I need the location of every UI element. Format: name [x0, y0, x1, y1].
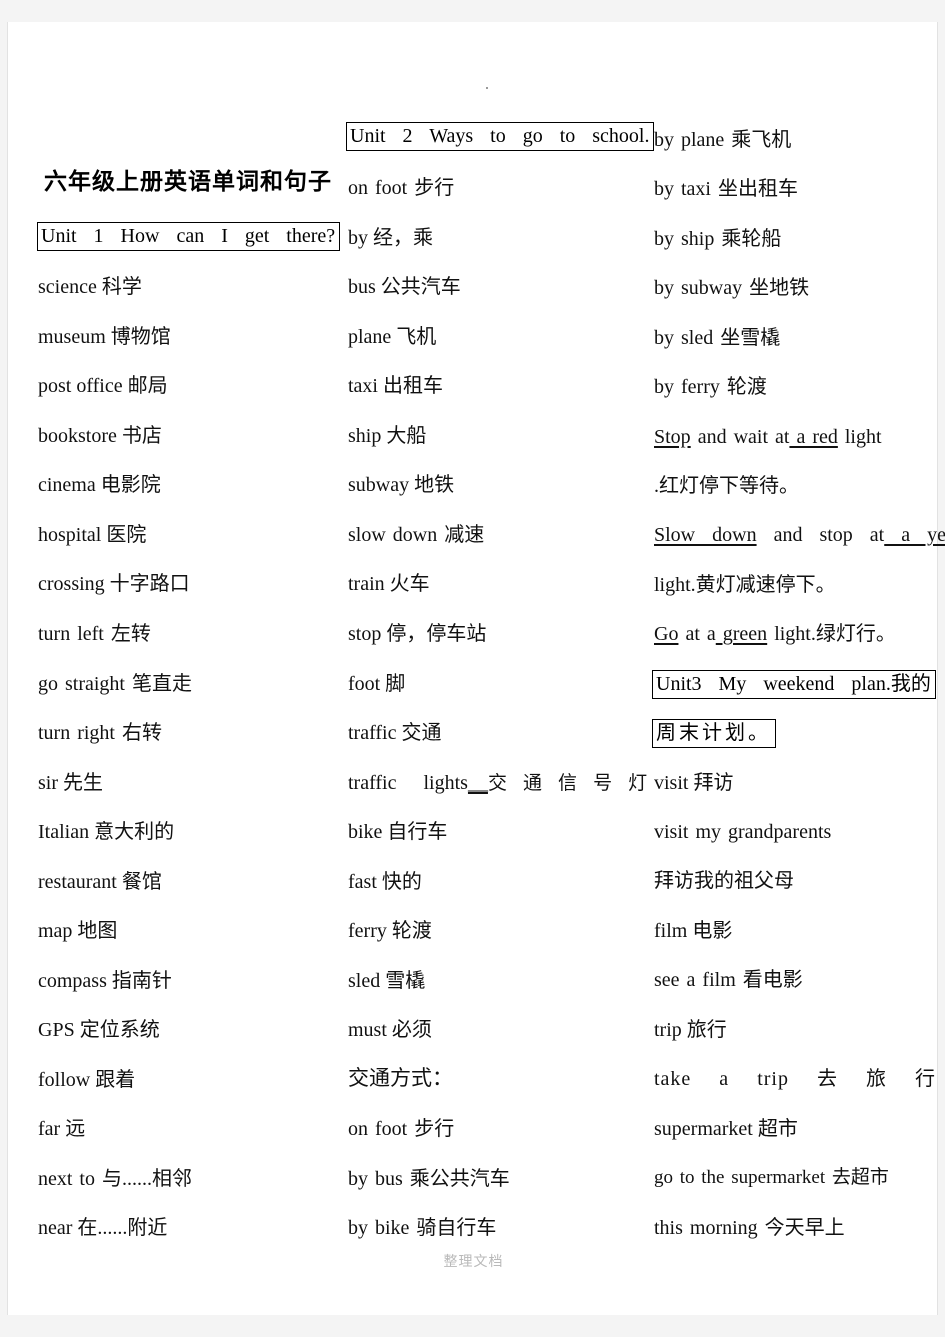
list-item: Italian 意大利的 — [38, 821, 175, 843]
list-item: by bike 骑自行车 — [348, 1217, 497, 1239]
list-item: by sled 坐雪橇 — [654, 327, 781, 349]
list-item: by plane 乘飞机 — [654, 129, 792, 151]
list-item: map 地图 — [38, 920, 118, 942]
sentence-red-light: Stop and wait at a red light — [654, 427, 882, 447]
list-item: see a film 看电影 — [654, 969, 803, 991]
list-item: this morning 今天早上 — [654, 1217, 845, 1239]
list-item: by ship 乘轮船 — [654, 228, 782, 250]
list-item: by 经，乘 — [348, 227, 433, 249]
list-item: on foot 步行 — [348, 1118, 455, 1140]
list-item: foot 脚 — [348, 673, 406, 695]
list-item: film 电影 — [654, 920, 733, 942]
list-item: turn right 右转 — [38, 722, 162, 744]
sentence-part: and wait at — [690, 426, 790, 448]
list-item: go to the supermarket 去超市 — [654, 1167, 889, 1188]
list-item: taxi 出租车 — [348, 375, 443, 397]
list-item: train 火车 — [348, 573, 430, 595]
list-item: subway 地铁 — [348, 474, 455, 496]
sentence-red-light-translation: .红灯停下等待。 — [654, 475, 799, 497]
list-item: traffic 交通 — [348, 722, 442, 744]
sentence-part-underlined: a red — [789, 426, 838, 448]
list-item: ship 大船 — [348, 425, 427, 447]
three-column-body: 六年级上册英语单词和句子 Unit 1 How can I get there?… — [8, 22, 945, 1238]
sentence-part: light — [837, 426, 882, 448]
list-item: plane 飞机 — [348, 326, 437, 348]
list-item: museum 博物馆 — [38, 326, 171, 348]
sentence-part-underlined: Stop — [654, 426, 691, 448]
list-item: visit 拜访 — [654, 772, 734, 794]
list-item: sled 雪橇 — [348, 970, 426, 992]
sentence-part-underlined: green — [715, 623, 768, 645]
unit2-heading-box-wrap: Unit 2 Ways to go to school. — [346, 122, 655, 151]
list-item: GPS 定位系统 — [38, 1019, 160, 1041]
list-item-section-label: 交通方式： — [348, 1066, 453, 1090]
list-item: supermarket 超市 — [654, 1118, 798, 1140]
sentence-part-underlined: a yellow — [901, 524, 945, 546]
list-item: restaurant 餐馆 — [38, 871, 162, 893]
list-item: near 在......附近 — [38, 1217, 168, 1239]
list-item: ferry 轮渡 — [348, 920, 432, 942]
list-item-traffic-lights: traffic lights__交 通 信 号 灯 — [348, 773, 652, 793]
list-item: by ferry 轮渡 — [654, 376, 767, 398]
list-item: slow down 减速 — [348, 524, 485, 546]
sentence-part: at a — [678, 623, 716, 645]
list-item: bike 自行车 — [348, 821, 448, 843]
list-item: crossing 十字路口 — [38, 573, 190, 595]
document-page: 六年级上册英语单词和句子 Unit 1 How can I get there?… — [7, 22, 945, 1315]
list-item: by subway 坐地铁 — [654, 277, 810, 299]
list-item: next to 与......相邻 — [38, 1168, 192, 1190]
traffic-lights-english: traffic lights — [348, 772, 468, 794]
list-item: far 远 — [38, 1118, 86, 1140]
sentence-part-underlined: Go — [654, 623, 679, 645]
traffic-lights-underline: __ — [467, 772, 488, 794]
page-title: 六年级上册英语单词和句子 — [44, 169, 332, 194]
sentence-part-underlined: Slow down — [654, 524, 757, 546]
list-item: take a trip 去 旅 行 — [654, 1068, 936, 1090]
list-item: on foot 步行 — [348, 177, 455, 199]
list-item: go straight 笔直走 — [38, 673, 192, 695]
list-item: bus 公共汽车 — [348, 276, 461, 298]
sentence-green-light: Go at a green light.绿灯行。 — [654, 624, 896, 644]
sentence-part: and stop at — [756, 524, 885, 546]
list-item: visit my grandparents — [654, 821, 832, 843]
unit3-heading-box-line2-wrap: 周末计划。 — [652, 719, 776, 748]
unit2-heading-box: Unit 2 Ways to go to school. — [346, 122, 655, 151]
footer-watermark: 整理文档 — [443, 1254, 504, 1270]
list-item: compass 指南针 — [38, 970, 172, 992]
list-item: must 必须 — [348, 1019, 432, 1041]
list-item: by bus 乘公共汽车 — [348, 1168, 510, 1190]
traffic-lights-chinese: 交 通 信 号 灯 — [487, 772, 653, 794]
unit3-heading-box-line2: 周末计划。 — [652, 719, 776, 748]
unit3-heading-box-line1-wrap: Unit3 My weekend plan.我的 — [652, 670, 936, 699]
list-item: trip 旅行 — [654, 1019, 727, 1041]
list-item: by taxi 坐出租车 — [654, 178, 798, 200]
list-item: cinema 电影院 — [38, 474, 161, 496]
unit1-heading-box: Unit 1 How can I get there? — [37, 222, 341, 251]
list-item: post office 邮局 — [38, 375, 168, 397]
sentence-yellow-light: Slow down and stop at a yellow — [654, 525, 945, 545]
unit3-heading-box-line1: Unit3 My weekend plan.我的 — [652, 670, 936, 699]
sentence-yellow-light-translation: light.黄灯减速停下。 — [654, 574, 836, 596]
list-item: sir 先生 — [38, 772, 103, 794]
sentence-part: light.绿灯行。 — [767, 623, 896, 645]
unit1-heading-box-wrap: Unit 1 How can I get there? — [37, 222, 341, 251]
list-item: turn left 左转 — [38, 623, 151, 645]
list-item: hospital 医院 — [38, 524, 147, 546]
list-item: follow 跟着 — [38, 1069, 136, 1091]
list-item: fast 快的 — [348, 871, 422, 893]
list-item: stop 停，停车站 — [348, 623, 487, 645]
list-item: science 科学 — [38, 276, 142, 298]
list-item: 拜访我的祖父母 — [654, 870, 794, 892]
list-item: bookstore 书店 — [38, 425, 162, 447]
